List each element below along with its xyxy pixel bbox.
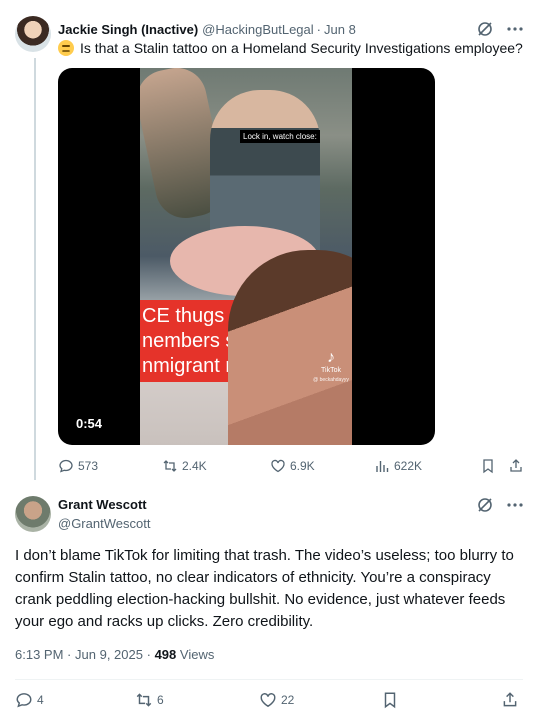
- header-icons: [476, 496, 524, 514]
- tweet2-actions: 4 6 22: [15, 690, 523, 712]
- heart-icon: [271, 459, 285, 473]
- tweet-meta: 6:13 PM · Jun 9, 2025 · 498 Views: [15, 647, 214, 662]
- thread-line: [34, 58, 36, 480]
- reply-button[interactable]: 573: [58, 456, 98, 476]
- views-button[interactable]: 622K: [374, 456, 422, 476]
- tiktok-handle: @ beckahdayyy: [313, 377, 349, 383]
- share-button[interactable]: [508, 456, 524, 476]
- tweet-date[interactable]: Jun 9, 2025: [75, 647, 143, 662]
- header-icons: [476, 20, 524, 38]
- separator-dot: ·: [67, 647, 72, 662]
- video-duration: 0:54: [70, 414, 109, 433]
- tweet-time[interactable]: 6:13 PM: [15, 647, 63, 662]
- repost-icon: [163, 460, 177, 472]
- tiktok-watermark: ♪ TikTok @ beckahdayyy: [308, 350, 352, 385]
- author-name[interactable]: Grant Wescott: [58, 497, 147, 512]
- bookmark-icon: [483, 459, 493, 474]
- reply-count: 573: [78, 459, 99, 473]
- grok-icon[interactable]: [476, 496, 494, 514]
- tweet-text: I don’t blame TikTok for limiting that t…: [15, 547, 514, 630]
- avatar[interactable]: [15, 16, 51, 52]
- more-icon[interactable]: [506, 20, 524, 38]
- views-icon: [376, 461, 389, 472]
- separator-dot: ·: [146, 647, 151, 662]
- tweet1-actions: 573 2.4K 6.9K 622K: [58, 456, 528, 476]
- grok-icon[interactable]: [476, 20, 494, 38]
- tweet-text-content: Is that a Stalin tattoo on a Homeland Se…: [80, 40, 523, 56]
- avatar[interactable]: [15, 496, 51, 532]
- views-count: 622K: [394, 459, 423, 473]
- author-handle[interactable]: @HackingButLegal: [202, 22, 313, 37]
- thinking-face-emoji: [58, 40, 74, 56]
- reply-icon: [16, 693, 32, 708]
- heart-icon: [260, 693, 276, 708]
- share-icon: [510, 459, 522, 472]
- repost-count: 2.4K: [182, 459, 207, 473]
- repost-button[interactable]: 6: [135, 690, 164, 710]
- video-player[interactable]: CE thugs assa nembers star nmigrant rig …: [58, 68, 435, 445]
- bookmark-button[interactable]: [480, 456, 496, 476]
- reply-button[interactable]: 4: [15, 690, 44, 710]
- author-name[interactable]: Jackie Singh (Inactive): [58, 22, 198, 37]
- author-handle[interactable]: @GrantWescott: [58, 516, 150, 531]
- share-button[interactable]: [501, 690, 519, 710]
- reply-icon: [59, 459, 73, 473]
- repost-button[interactable]: 2.4K: [162, 456, 207, 476]
- share-icon: [503, 692, 517, 707]
- separator-dot: ·: [316, 21, 321, 37]
- like-count: 6.9K: [290, 459, 315, 473]
- tweet-date[interactable]: Jun 8: [324, 22, 356, 37]
- views-label: Views: [179, 647, 215, 662]
- views-count: 498: [154, 647, 177, 662]
- repost-count: 6: [157, 693, 164, 707]
- bookmark-button[interactable]: [381, 690, 399, 710]
- tweet1-header: Jackie Singh (Inactive) @HackingButLegal…: [58, 20, 524, 38]
- reply-count: 4: [37, 693, 44, 707]
- like-button[interactable]: 22: [259, 690, 294, 710]
- video-frame: CE thugs assa nembers star nmigrant rig …: [140, 68, 352, 445]
- tiktok-label: TikTok: [321, 367, 341, 374]
- tweet-text: Is that a Stalin tattoo on a Homeland Se…: [58, 39, 528, 57]
- bookmark-icon: [384, 692, 396, 709]
- divider: [15, 679, 523, 680]
- repost-icon: [136, 693, 152, 707]
- tiktok-icon: ♪: [327, 349, 335, 366]
- like-count: 22: [281, 693, 295, 707]
- like-button[interactable]: 6.9K: [270, 456, 315, 476]
- selfie-face: [228, 250, 352, 445]
- video-caption: Lock in, watch close:: [240, 130, 320, 143]
- more-icon[interactable]: [506, 496, 524, 514]
